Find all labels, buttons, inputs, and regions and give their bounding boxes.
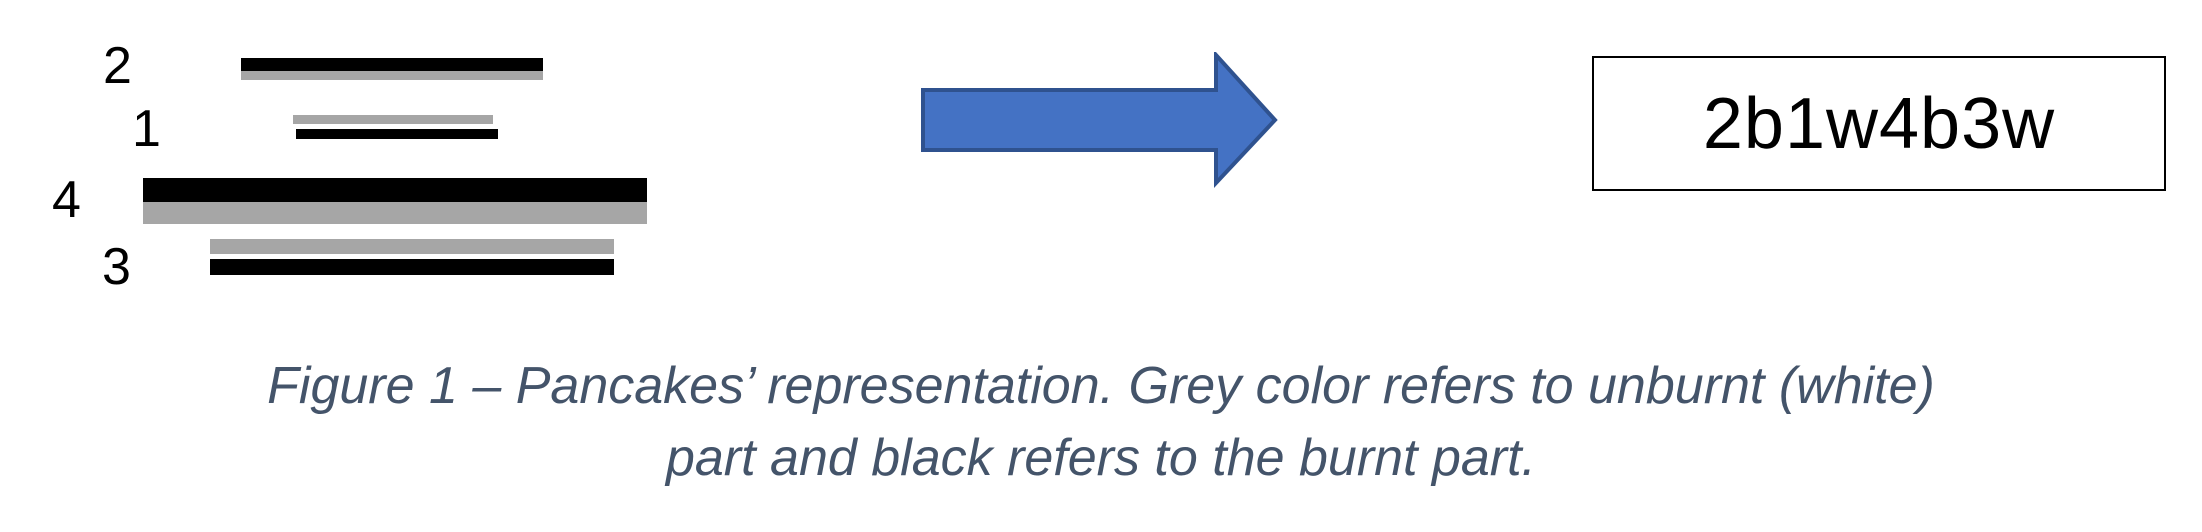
pancake-4-unburnt-side — [143, 202, 647, 224]
pancake-3-unburnt-side — [210, 239, 614, 254]
figure-caption: Figure 1 – Pancakes’ representation. Gre… — [0, 350, 2202, 494]
pancake-4-burnt-side — [143, 178, 647, 202]
right-arrow-icon — [921, 52, 1278, 189]
pancake-label-3: 3 — [102, 238, 131, 296]
encoding-box: 2b1w4b3w — [1592, 56, 2166, 191]
pancake-label-4: 4 — [52, 171, 81, 229]
encoding-text: 2b1w4b3w — [1702, 83, 2056, 164]
pancake-3-burnt-side — [210, 259, 614, 275]
figure: 2 1 4 3 2b1w4b3w Figure 1 – Pancakes’ re… — [0, 0, 2202, 532]
pancake-label-1: 1 — [132, 100, 161, 158]
pancake-2-burnt-side — [241, 58, 543, 71]
arrow-shape — [921, 52, 1278, 189]
pancake-1-burnt-side — [296, 129, 498, 139]
pancake-label-2: 2 — [103, 37, 132, 95]
caption-line-2: part and black refers to the burnt part. — [665, 429, 1537, 487]
pancake-2-unburnt-side — [241, 71, 543, 80]
pancake-1-unburnt-side — [293, 115, 493, 124]
caption-line-1: Figure 1 – Pancakes’ representation. Gre… — [267, 357, 1935, 415]
